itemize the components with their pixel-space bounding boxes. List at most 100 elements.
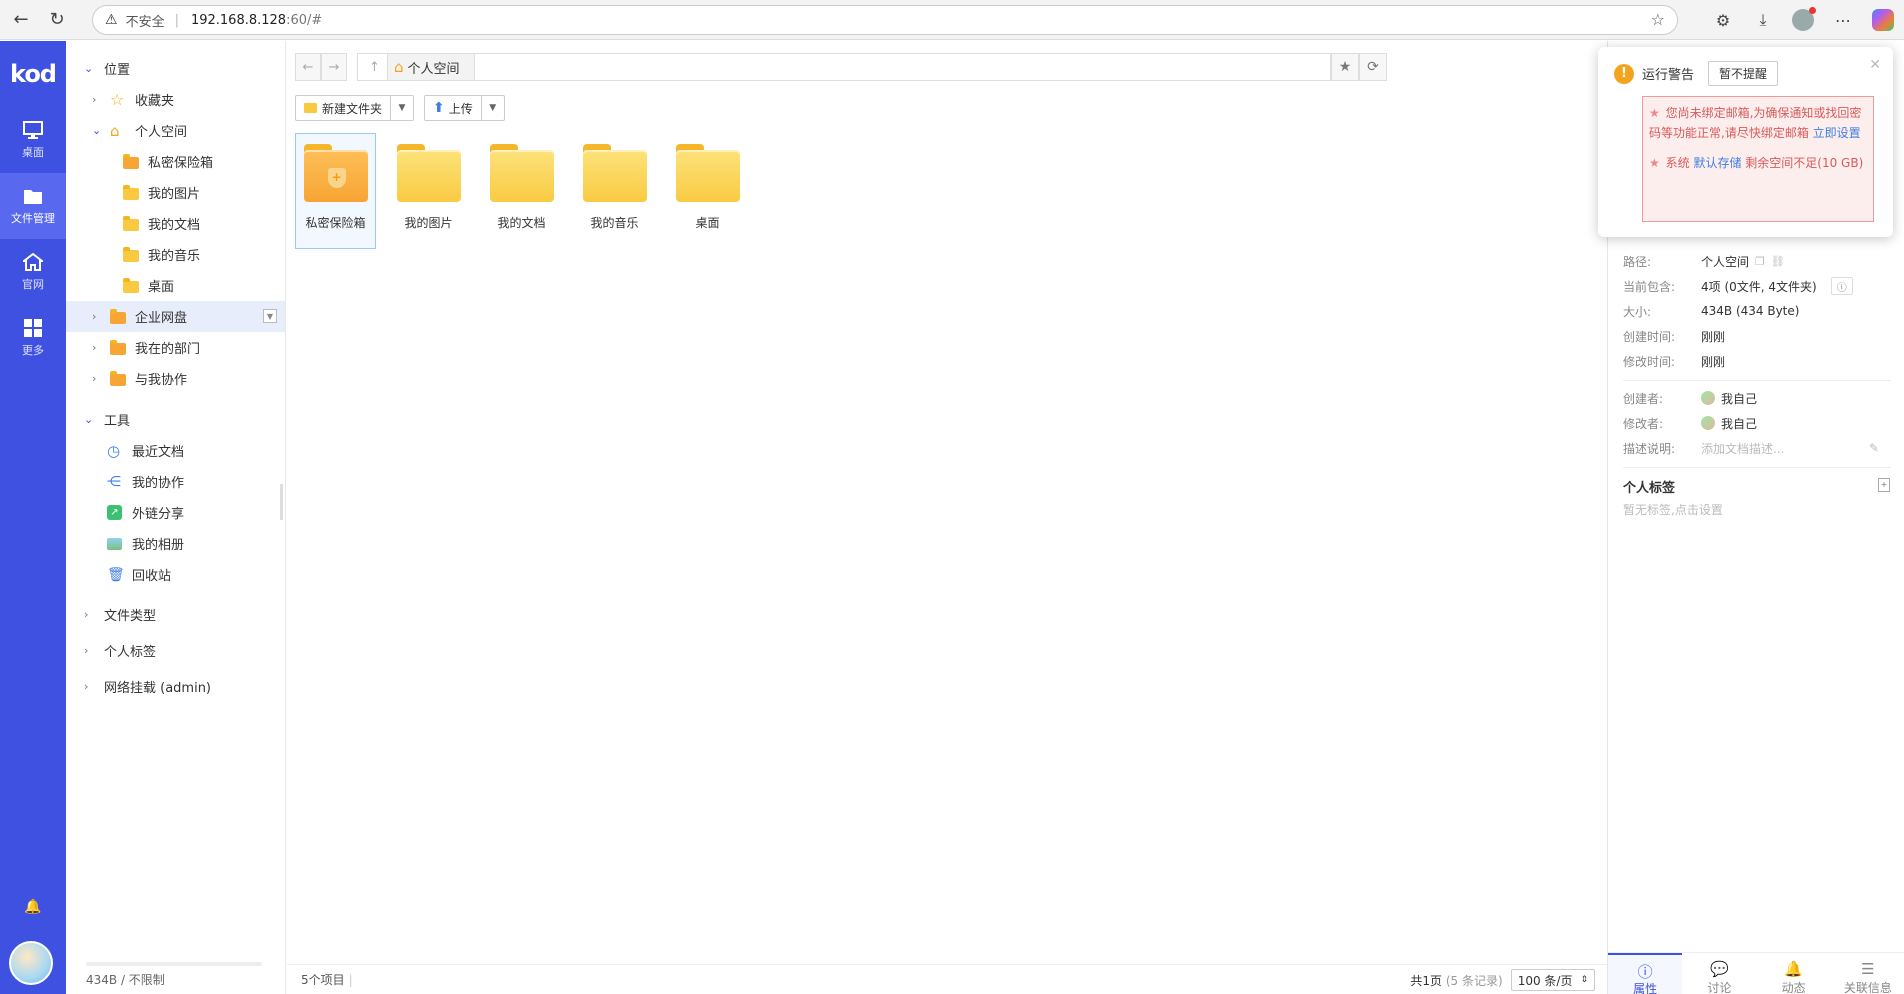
upload-dropdown[interactable]: ▼ <box>482 96 504 120</box>
record-count: (5 条记录) <box>1445 973 1503 988</box>
favorite-star-button[interactable]: ★ <box>1331 53 1359 81</box>
link-icon[interactable]: ⛓ <box>1771 255 1785 268</box>
dismiss-button[interactable]: 暂不提醒 <box>1708 61 1779 86</box>
file-item-vault[interactable]: + 私密保险箱 <box>295 133 376 249</box>
prop-created: 创建时间: 刚刚 <box>1623 327 1725 345</box>
file-item-music[interactable]: 我的音乐 <box>574 133 655 249</box>
tree-item-label: 我在的部门 <box>135 342 201 357</box>
tree-item-favorites[interactable]: › ☆ 收藏夹 <box>66 84 285 115</box>
copy-icon[interactable]: ❐ <box>1755 255 1765 268</box>
tree-item-vault[interactable]: 私密保险箱 <box>66 146 285 177</box>
rail-item-label: 更多 <box>22 343 44 357</box>
url-host: 192.168.8.128 <box>190 12 287 28</box>
history-back-button[interactable]: ← <box>295 53 321 81</box>
tree-section-personal-tags[interactable]: › 个人标签 <box>66 632 285 668</box>
page-size-select[interactable]: 100 条/页 ⇕ <box>1510 969 1595 991</box>
history-forward-button[interactable]: → <box>321 53 347 81</box>
tree-item-recycle-bin[interactable]: 🗑 回收站 <box>66 559 285 590</box>
tree-item-documents[interactable]: 我的文档 <box>66 208 285 239</box>
security-label: 不安全 <box>125 14 165 30</box>
tree-item-collaboration[interactable]: ⋲ 我的协作 <box>66 466 285 497</box>
tab-discussion[interactable]: 💬 讨论 <box>1682 953 1756 994</box>
tree-section-tools[interactable]: ⌄ 工具 <box>66 404 285 435</box>
tags-empty-link[interactable]: 暂无标签,点击设置 <box>1623 501 1723 518</box>
tab-label: 讨论 <box>1707 980 1732 994</box>
profile-avatar[interactable] <box>1792 7 1816 31</box>
tree-section-location[interactable]: ⌄ 位置 <box>66 53 285 84</box>
breadcrumb-item-personal-space[interactable]: ⌂ 个人空间 <box>388 54 475 80</box>
bell-icon[interactable]: 🔔 <box>24 899 42 917</box>
prop-creator-value: 我自己 <box>1721 391 1758 406</box>
add-tag-icon[interactable]: + <box>1878 478 1890 492</box>
prop-size: 大小: 434B (434 Byte) <box>1623 302 1799 320</box>
tree-item-label: 收藏夹 <box>135 94 175 109</box>
prop-value: 434B (434 Byte) <box>1701 304 1800 318</box>
tree-item-music[interactable]: 我的音乐 <box>66 239 285 270</box>
user-avatar[interactable] <box>9 941 53 985</box>
more-menu-icon[interactable]: ⋯ <box>1832 11 1854 30</box>
home-icon: ⌂ <box>394 58 404 76</box>
file-item-desktop[interactable]: 桌面 <box>667 133 748 249</box>
tree-section-file-types[interactable]: › 文件类型 <box>66 596 285 632</box>
tree-item-menu-icon[interactable]: ▼ <box>263 309 277 323</box>
up-level-button[interactable]: ↑ <box>362 54 388 80</box>
tree-item-pictures[interactable]: 我的图片 <box>66 177 285 208</box>
prop-modified: 修改时间: 刚刚 <box>1623 352 1725 370</box>
popup-title: 运行警告 <box>1642 68 1695 83</box>
breadcrumb[interactable]: ↑ ⌂ 个人空间 <box>357 53 1331 81</box>
copilot-icon[interactable] <box>1872 9 1894 31</box>
tree-section-network-mount[interactable]: › 网络挂载 (admin) <box>66 668 285 704</box>
download-icon[interactable]: ⤓ <box>1752 10 1774 30</box>
browser-toolbar: ← ↻ ⚠ 不安全 | 192.168.8.128:60/# ☆ ⚙ ⤓ ⋯ <box>0 0 1904 40</box>
tree-item-link-share[interactable]: ↗ 外链分享 <box>66 497 285 528</box>
address-bar[interactable]: ⚠ 不安全 | 192.168.8.128:60/# ☆ <box>92 5 1678 35</box>
prop-path-value: 个人空间 <box>1701 254 1750 269</box>
reload-icon[interactable]: ↻ <box>42 5 72 35</box>
home-icon: ⌂ <box>110 121 120 140</box>
file-item-pictures[interactable]: 我的图片 <box>388 133 469 249</box>
rail-item-label: 文件管理 <box>11 211 55 225</box>
new-folder-group: 新建文件夹 ▼ <box>295 95 415 121</box>
tree-item-shared-with-me[interactable]: › 与我协作 <box>66 363 285 394</box>
folder-icon <box>24 189 42 204</box>
sidebar-resize-handle[interactable] <box>280 484 283 520</box>
refresh-button[interactable]: ⟳ <box>1359 53 1387 81</box>
tree-item-label: 我的音乐 <box>148 249 201 264</box>
new-folder-dropdown[interactable]: ▼ <box>391 96 413 120</box>
upload-button[interactable]: ⬆ 上传 <box>425 96 482 120</box>
tree-item-enterprise-disk[interactable]: › 企业网盘 ▼ <box>66 301 285 332</box>
default-storage-link[interactable]: 默认存储 <box>1693 156 1741 170</box>
prop-modifier: 修改者: 我自己 <box>1623 414 1757 432</box>
tree-item-album[interactable]: 我的相册 <box>66 528 285 559</box>
new-folder-button[interactable]: 新建文件夹 <box>296 96 392 120</box>
back-icon[interactable]: ← <box>6 5 36 35</box>
tree-item-personal-space[interactable]: ⌄ ⌂ 个人空间 <box>66 115 285 146</box>
tree-item-desktop[interactable]: 桌面 <box>66 270 285 301</box>
extensions-icon[interactable]: ⚙ <box>1712 11 1734 30</box>
tree-item-recent[interactable]: ◷ 最近文档 <box>66 435 285 466</box>
edit-pencil-icon[interactable]: ✎ <box>1869 441 1879 455</box>
bookmark-star-icon[interactable]: ☆ <box>1651 10 1665 29</box>
rail-item-website[interactable]: 官网 <box>0 239 66 305</box>
tab-activity[interactable]: 🔔 动态 <box>1757 953 1831 994</box>
rail-item-desktop[interactable]: 桌面 <box>0 107 66 173</box>
description-input[interactable]: 添加文档描述... <box>1701 440 1784 457</box>
vault-folder-icon <box>123 153 141 170</box>
setup-now-link[interactable]: 立即设置 <box>1813 126 1861 140</box>
tab-properties[interactable]: ⓘ 属性 <box>1608 953 1683 994</box>
upload-group: ⬆ 上传 ▼ <box>424 95 505 121</box>
bell-icon: 🔔 <box>1784 959 1803 978</box>
quota-text: 434B / 不限制 <box>86 973 165 987</box>
info-icon[interactable]: ⓘ <box>1830 277 1853 295</box>
file-item-documents[interactable]: 我的文档 <box>481 133 562 249</box>
prop-creator: 创建者: 我自己 <box>1623 389 1757 407</box>
rail-item-more[interactable]: 更多 <box>0 305 66 371</box>
folder-icon <box>675 144 740 202</box>
quota-bar <box>86 962 262 966</box>
tab-related-info[interactable]: ☰ 关联信息 <box>1831 953 1904 994</box>
tree-item-my-department[interactable]: › 我在的部门 <box>66 332 285 363</box>
file-name: 我的图片 <box>404 216 453 230</box>
rail-item-file-manager[interactable]: 文件管理 <box>0 173 66 239</box>
tree-item-label: 我的协作 <box>132 476 185 491</box>
close-icon[interactable]: ✕ <box>1869 57 1881 73</box>
